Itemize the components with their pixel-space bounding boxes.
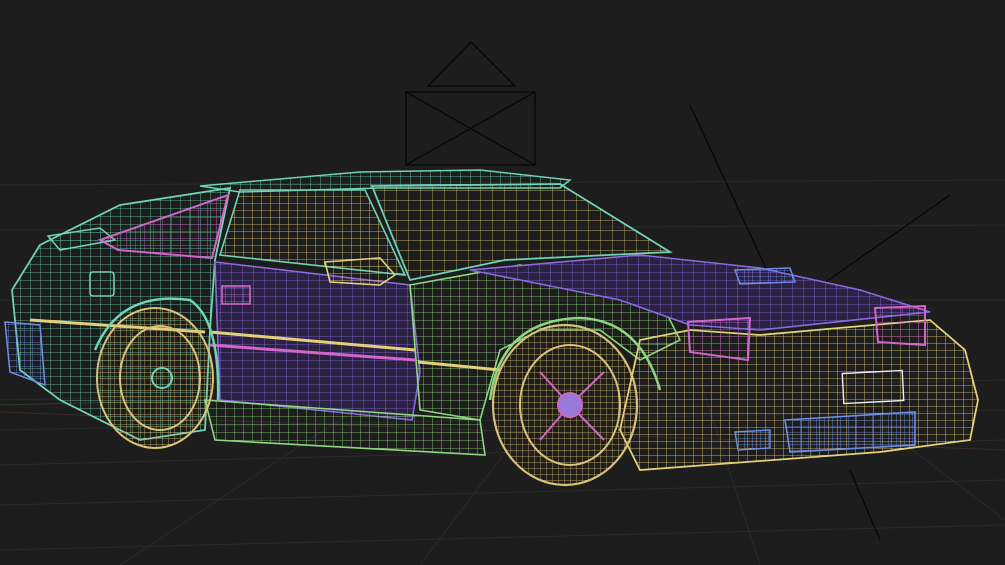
side-marker [221,285,251,305]
wireframe-car-model[interactable] [4,169,979,487]
side-mirror [323,257,397,286]
lower-grille [784,411,916,453]
scene-canvas[interactable] [0,0,1005,565]
fog-light-left [734,429,771,451]
front-wheel [491,323,639,487]
hood-vent [734,267,796,285]
rear-bumper [4,321,46,387]
rear-side-marker [89,271,115,297]
headlight-right [873,304,926,347]
headlight-left [686,316,752,362]
3d-viewport[interactable] [0,0,1005,565]
rear-wheel [96,307,214,449]
